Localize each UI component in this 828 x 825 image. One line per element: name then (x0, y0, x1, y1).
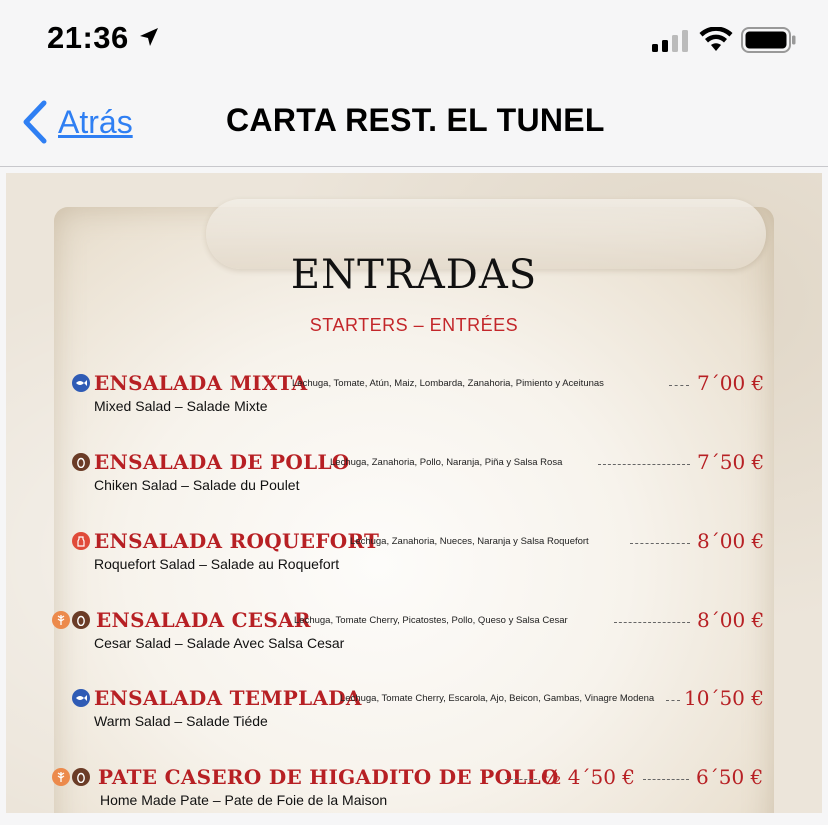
menu-item-ensalada-de-pollo: ENSALADA DE POLLO Lechuga, Zanahoria, Po… (0, 450, 828, 510)
page-title: CARTA REST. EL TUNEL (226, 102, 605, 138)
item-translation: Home Made Pate – Pate de Foie de la Mais… (100, 792, 388, 808)
item-half-price: ½ 4´50 € (542, 765, 635, 789)
item-ingredients: Lechuga, Tomate Cherry, Picatostes, Poll… (294, 615, 568, 626)
egg-allergen-icon (72, 768, 90, 786)
menu-heading: ENTRADAS (290, 252, 538, 298)
item-translation: Roquefort Salad – Salade au Roquefort (94, 556, 340, 572)
item-ingredients: Lechuga, Zanahoria, Pollo, Naranja, Piña… (330, 457, 563, 468)
menu-item-ensalada-mixta: ENSALADA MIXTA Lechuga, Tomate, Atún, Ma… (0, 371, 828, 431)
item-price: 7´00 € (697, 371, 765, 395)
item-price: 10´50 € (684, 686, 764, 710)
back-button[interactable]: Atrás (22, 100, 133, 144)
item-name: ENSALADA TEMPLADA (94, 686, 362, 710)
dot-leader (505, 779, 537, 780)
item-translation: Mixed Salad – Salade Mixte (94, 398, 268, 414)
item-name: PATE CASERO DE HIGADITO DE POLLO (98, 765, 559, 789)
location-arrow-icon (140, 28, 158, 46)
egg-allergen-icon (72, 453, 90, 471)
dot-leader (669, 385, 689, 386)
navigation-bar: Atrás CARTA REST. EL TUNEL (0, 80, 828, 167)
status-bar: 21:36 (0, 0, 828, 80)
menu-item-pate-casero: PATE CASERO DE HIGADITO DE POLLO ½ 4´50 … (0, 765, 828, 825)
item-price: 6´50 € (696, 765, 764, 789)
item-price: 7´50 € (697, 450, 765, 474)
milk-allergen-icon (72, 532, 90, 550)
dot-leader (598, 464, 690, 465)
item-name: ENSALADA ROQUEFORT (94, 529, 380, 553)
item-ingredients: Lechuga, Zanahoria, Nueces, Naranja y Sa… (350, 536, 589, 547)
gluten-allergen-icon (52, 611, 70, 629)
dot-leader (614, 622, 690, 623)
menu-subheading: STARTERS – ENTRÉES (309, 315, 519, 335)
dot-leader (666, 700, 680, 701)
item-translation: Warm Salad – Salade Tiéde (94, 713, 268, 729)
item-ingredients: Lechuga, Tomate, Atún, Maiz, Lombarda, Z… (292, 378, 604, 389)
item-translation: Cesar Salad – Salade Avec Salsa Cesar (94, 635, 345, 651)
fish-allergen-icon (72, 374, 90, 392)
item-name: ENSALADA CESAR (96, 608, 311, 632)
menu-item-ensalada-cesar: ENSALADA CESAR Lechuga, Tomate Cherry, P… (0, 608, 828, 668)
gluten-allergen-icon (52, 768, 70, 786)
egg-allergen-icon (72, 611, 90, 629)
dot-leader (643, 779, 689, 780)
battery-icon (741, 27, 796, 53)
item-translation: Chiken Salad – Salade du Poulet (94, 477, 300, 493)
fish-allergen-icon (72, 689, 90, 707)
cellular-signal-icon (652, 30, 688, 52)
item-name: ENSALADA DE POLLO (94, 450, 350, 474)
back-label[interactable]: Atrás (58, 104, 133, 141)
menu-item-ensalada-templada: ENSALADA TEMPLADA Lechuga, Tomate Cherry… (0, 686, 828, 746)
item-price: 8´00 € (697, 529, 765, 553)
item-ingredients: Lechuga, Tomate Cherry, Escarola, Ajo, B… (340, 693, 655, 704)
status-time: 21:36 (47, 20, 129, 55)
menu-item-ensalada-roquefort: ENSALADA ROQUEFORT Lechuga, Zanahoria, N… (0, 529, 828, 589)
item-price: 8´00 € (697, 608, 765, 632)
chevron-left-icon (23, 100, 47, 144)
wifi-icon (699, 27, 733, 51)
item-name: ENSALADA MIXTA (94, 371, 308, 395)
dot-leader (630, 543, 690, 544)
